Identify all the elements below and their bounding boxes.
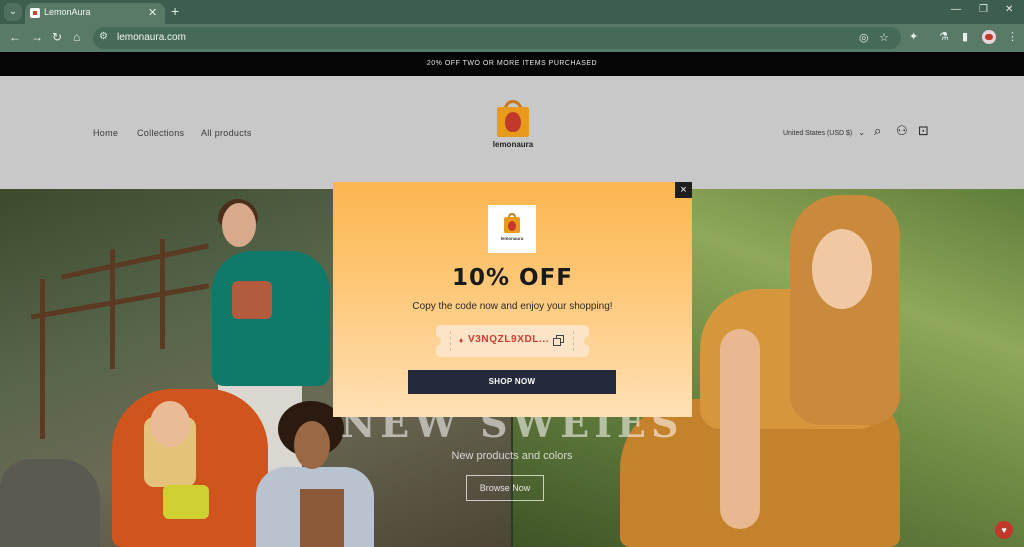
browser-toolbar: ← → ↻ ⌂ ⚙ lemonaura.com ◎ ☆ ✦ ⚗ ▮ ⋮ (0, 24, 1024, 52)
logo-mark (508, 221, 516, 231)
tag-icon: ♦ (459, 336, 464, 345)
coupon-divider (573, 331, 574, 351)
reload-icon[interactable]: ↻ (52, 30, 62, 44)
popup-logo: lemonaura (488, 205, 536, 253)
model-figure (212, 251, 330, 386)
window-close-icon[interactable]: ✕ (1005, 4, 1013, 15)
lab-icon[interactable]: ⚗ (939, 30, 949, 43)
address-bar[interactable]: ⚙ lemonaura.com ◎ ☆ (93, 27, 901, 49)
tab-search-icon[interactable]: ⌄ (4, 3, 22, 21)
hero-subtitle: New products and colors (451, 450, 573, 462)
model-figure (163, 485, 209, 519)
store-header: Home Collections All products lemonaura … (0, 76, 1024, 189)
browser-tab[interactable]: LemonAura ✕ (25, 3, 165, 24)
model-figure (812, 229, 872, 309)
search-icon[interactable]: ⌕ (874, 124, 881, 138)
rocks (0, 459, 100, 547)
tab-close-icon[interactable]: ✕ (148, 6, 157, 19)
star-icon[interactable]: ☆ (879, 31, 889, 44)
railing (30, 283, 210, 320)
side-panel-icon[interactable]: ▮ (962, 30, 968, 43)
railing-post (160, 239, 165, 349)
model-figure (222, 203, 256, 247)
coupon-code[interactable]: V3NQZL9XDL... (468, 334, 549, 345)
model-figure (300, 489, 344, 547)
popup-title: 10% OFF (451, 265, 574, 291)
url-text[interactable]: lemonaura.com (117, 32, 186, 43)
restore-icon[interactable]: ❐ (979, 4, 988, 15)
discount-popup: × lemonaura 10% OFF Copy the code now an… (333, 182, 692, 417)
popup-close-button[interactable]: × (675, 182, 692, 198)
tab-favicon-icon (30, 8, 40, 18)
announcement-bar: 20% OFF TWO OR MORE ITEMS PURCHASED (0, 52, 1024, 76)
back-icon[interactable]: ← (9, 30, 21, 44)
coupon-code-box[interactable]: ♦ V3NQZL9XDL... (431, 325, 594, 357)
country-selector[interactable]: United States (USD $) ⌄ (783, 128, 865, 137)
logo-text: lemonaura (492, 140, 534, 149)
site-info-icon[interactable]: ⚙ (99, 31, 108, 42)
store-logo[interactable]: lemonaura (490, 100, 536, 150)
home-icon[interactable]: ⌂ (73, 30, 80, 44)
popup-description: Copy the code now and enjoy your shoppin… (412, 301, 613, 312)
gift-icon[interactable]: ♥ (995, 521, 1013, 539)
nav-home[interactable]: Home (93, 128, 118, 138)
country-label: United States (USD $) (783, 130, 853, 137)
cart-icon[interactable]: ⊡ (918, 124, 929, 138)
eye-off-icon[interactable]: ◎ (859, 31, 869, 44)
popup-logo-text: lemonaura (500, 236, 524, 241)
model-figure (232, 281, 272, 319)
chevron-down-icon: ⌄ (858, 128, 865, 137)
profile-avatar[interactable] (982, 30, 996, 44)
logo-mark (505, 112, 521, 132)
account-icon[interactable]: ⚇ (896, 124, 908, 138)
railing-post (110, 249, 115, 369)
shop-now-button[interactable]: SHOP NOW (408, 370, 616, 394)
menu-icon[interactable]: ⋮ (1007, 30, 1018, 43)
railing (61, 243, 209, 280)
extensions-icon[interactable]: ✦ (909, 30, 918, 43)
minimize-icon[interactable]: — (951, 4, 961, 15)
copy-icon[interactable] (553, 335, 565, 347)
browse-now-button[interactable]: Browse Now (466, 475, 544, 501)
nav-all-products[interactable]: All products (201, 128, 252, 138)
coupon-divider (450, 331, 451, 351)
tab-title: LemonAura (44, 7, 91, 17)
new-tab-icon[interactable]: + (171, 3, 179, 19)
browser-tab-bar: ⌄ LemonAura ✕ + — ❐ ✕ (0, 0, 1024, 24)
forward-icon[interactable]: → (31, 30, 43, 44)
nav-collections[interactable]: Collections (137, 128, 184, 138)
